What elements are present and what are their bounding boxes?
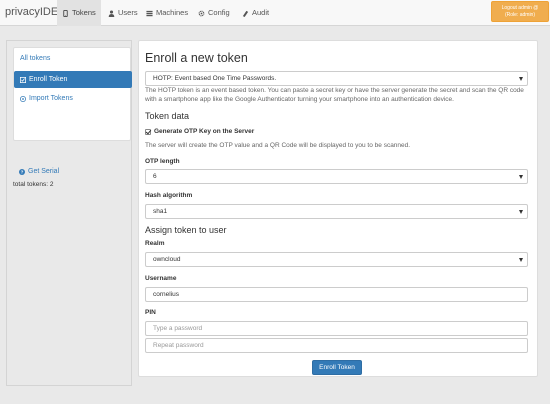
token-type-value: HOTP: Event based One Time Passwords. xyxy=(153,75,277,82)
sidebar-item-label: Enroll Token xyxy=(29,76,68,83)
nav-users[interactable]: Users xyxy=(103,0,143,26)
question-icon: ? xyxy=(19,168,25,175)
edit-icon xyxy=(20,76,26,83)
sidebar-item-all-tokens[interactable]: All tokens xyxy=(20,55,50,62)
sidebar-item-label: Import Tokens xyxy=(29,95,73,102)
nav-machines[interactable]: Machines xyxy=(141,0,193,26)
token-type-select[interactable]: HOTP: Event based One Time Passwords. xyxy=(145,71,528,86)
pin-label: PIN xyxy=(145,309,156,316)
chevron-down-icon xyxy=(519,175,523,179)
nav-audit-label: Audit xyxy=(252,8,270,17)
import-icon xyxy=(20,95,26,102)
nav-machines-label: Machines xyxy=(156,8,189,17)
nav-audit[interactable]: Audit xyxy=(237,0,274,26)
logout-button[interactable]: Logout admin @ (Role: admin) xyxy=(491,1,549,22)
realm-label: Realm xyxy=(145,240,165,247)
generate-key-checkbox-row[interactable]: Generate OTP Key on the Server xyxy=(145,128,254,135)
generate-key-label: Generate OTP Key on the Server xyxy=(154,128,255,135)
sidebar: All tokens Enroll Token Import Tokens ? … xyxy=(6,40,132,386)
sidebar-item-label: All tokens xyxy=(20,55,51,62)
server-icon xyxy=(146,10,153,16)
user-icon xyxy=(108,9,115,17)
otp-length-label: OTP length xyxy=(145,158,180,165)
get-serial-label: Get Serial xyxy=(28,168,60,175)
page-title: Enroll a new token xyxy=(145,51,248,65)
navbar: privacyIDEA Tokens Users Machines Config… xyxy=(0,0,550,26)
nav-config-label: Config xyxy=(208,8,230,17)
gear-icon xyxy=(198,10,205,16)
realm-select[interactable]: owncloud xyxy=(145,252,528,267)
total-tokens: total tokens: 2 xyxy=(13,181,54,188)
sidebar-item-import-tokens[interactable]: Import Tokens xyxy=(20,95,73,102)
generate-key-help: The server will create the OTP value and… xyxy=(145,142,411,149)
chevron-down-icon xyxy=(519,77,523,81)
token-data-heading: Token data xyxy=(145,111,190,121)
pin-repeat-input[interactable]: Repeat password xyxy=(145,338,528,353)
pin-input[interactable]: Type a password xyxy=(145,321,528,336)
get-serial-link[interactable]: ? Get Serial xyxy=(19,168,59,175)
hash-algorithm-label: Hash algorithm xyxy=(145,192,193,199)
hash-algorithm-value: sha1 xyxy=(153,208,168,215)
enroll-token-button[interactable]: Enroll Token xyxy=(312,360,362,375)
username-input[interactable]: cornelius xyxy=(145,287,528,302)
chevron-down-icon xyxy=(519,258,523,262)
assign-user-heading: Assign token to user xyxy=(145,225,227,235)
logout-label: Logout admin @ xyxy=(501,5,539,11)
mobile-icon xyxy=(63,9,68,17)
enroll-panel: Enroll a new token HOTP: Event based One… xyxy=(138,40,538,377)
nav-tokens[interactable]: Tokens xyxy=(57,0,101,26)
sidebar-divider xyxy=(20,128,138,144)
otp-length-select[interactable]: 6 xyxy=(145,169,528,184)
sidebar-item-enroll-token[interactable]: Enroll Token xyxy=(14,71,132,88)
nav-tokens-label: Tokens xyxy=(72,8,96,17)
audit-icon xyxy=(242,10,249,17)
username-label: Username xyxy=(145,275,177,282)
nav-config[interactable]: Config xyxy=(193,0,235,26)
role-label: (Role: admin) xyxy=(504,12,535,18)
generate-key-checkbox[interactable] xyxy=(145,128,151,135)
nav-users-label: Users xyxy=(118,8,138,17)
sidebar-menu: All tokens Enroll Token Import Tokens xyxy=(13,47,132,141)
realm-value: owncloud xyxy=(153,256,181,263)
chevron-down-icon xyxy=(519,210,523,214)
hash-algorithm-select[interactable]: sha1 xyxy=(145,204,528,219)
svg-text:?: ? xyxy=(21,169,24,174)
otp-length-value: 6 xyxy=(153,173,157,180)
token-description: The HOTP token is an event based token. … xyxy=(145,87,524,103)
